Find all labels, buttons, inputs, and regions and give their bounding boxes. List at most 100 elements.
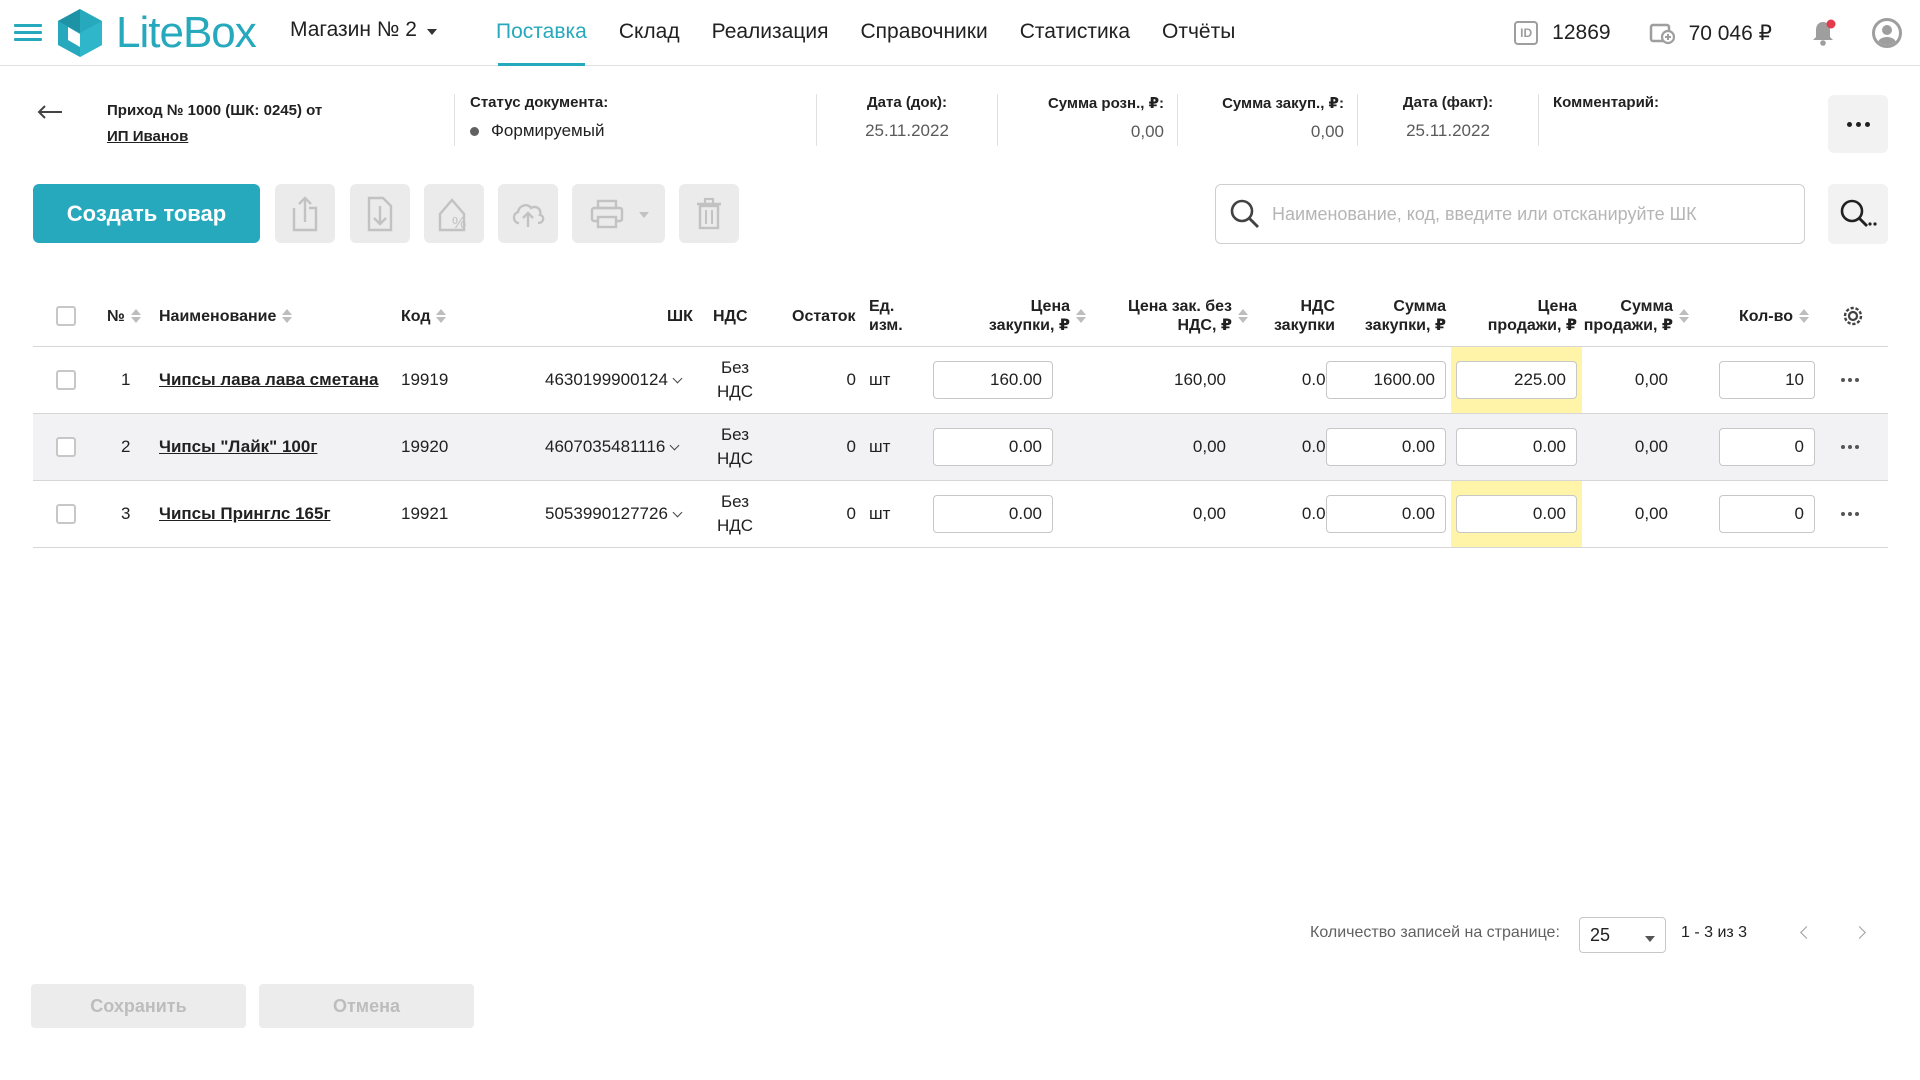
page-range: 1 - 3 из 3 xyxy=(1681,924,1748,941)
col-sale-sum-label-2: продажи, ₽ xyxy=(1583,317,1673,334)
qty-input[interactable] xyxy=(1719,495,1815,533)
sale-price-input[interactable] xyxy=(1456,495,1577,533)
table-settings-button[interactable] xyxy=(1841,285,1865,347)
upload-cloud-button[interactable] xyxy=(498,184,558,243)
qty-input[interactable] xyxy=(1719,428,1815,466)
doc-date-label: Дата (док): xyxy=(866,94,948,111)
col-barcode: ШК xyxy=(667,285,693,347)
product-code: 19921 xyxy=(401,504,449,523)
product-name-link[interactable]: Чипсы "Лайк" 100г xyxy=(159,414,317,480)
sort-icon xyxy=(436,308,447,324)
row-checkbox[interactable] xyxy=(56,347,76,413)
col-purchase-price[interactable]: Цена закупки, ₽ xyxy=(933,285,1086,347)
advanced-search-button[interactable] xyxy=(1828,184,1888,244)
account-balance: 70 046 ₽ xyxy=(1688,21,1772,45)
barcode-value: 4607035481116 xyxy=(545,437,666,456)
import-button[interactable] xyxy=(350,184,410,243)
barcode-value: 5053990127726 xyxy=(545,504,668,523)
col-price-no-vat[interactable]: Цена зак. без НДС, ₽ xyxy=(1073,285,1248,347)
sale-sum-value: 0,00 xyxy=(1634,370,1668,389)
save-button[interactable]: Сохранить xyxy=(31,984,246,1028)
purchase-sum-input[interactable] xyxy=(1326,361,1446,399)
sale-price-cell xyxy=(1456,347,1577,413)
brand-logo[interactable]: LiteBox xyxy=(54,6,257,60)
col-vat-purchase-label-1: НДС xyxy=(1300,298,1335,315)
purchase-sum-input[interactable] xyxy=(1326,428,1446,466)
table-row: 2 Чипсы "Лайк" 100г 19920 4607035481116 … xyxy=(33,414,1888,481)
col-sale-sum-label-1: Сумма xyxy=(1620,298,1673,315)
account-id: 12869 xyxy=(1552,21,1611,44)
barcode-selector[interactable]: 5053990127726 xyxy=(545,481,683,547)
nav-warehouse[interactable]: Склад xyxy=(603,0,696,66)
vat-value: Без НДС xyxy=(709,481,761,547)
purchase-price-input[interactable] xyxy=(933,428,1053,466)
purchase-price-input[interactable] xyxy=(933,495,1053,533)
store-selector[interactable]: Магазин № 2 xyxy=(290,18,437,42)
sale-price-input[interactable] xyxy=(1456,428,1577,466)
barcode-selector[interactable]: 4630199900124 xyxy=(545,347,683,413)
nav-statistics[interactable]: Статистика xyxy=(1004,0,1146,66)
product-name-link[interactable]: Чипсы лава лава сметана xyxy=(159,347,378,413)
cancel-button[interactable]: Отмена xyxy=(259,984,474,1028)
notification-bell-icon[interactable] xyxy=(1810,19,1836,47)
col-stock: Остаток xyxy=(792,285,855,347)
markup-button[interactable]: % xyxy=(424,184,484,243)
select-all-checkbox[interactable] xyxy=(56,285,76,347)
delete-button[interactable] xyxy=(679,184,739,243)
vat-purchase-value: 0.00 xyxy=(1301,370,1335,389)
barcode-value: 4630199900124 xyxy=(545,370,668,389)
purchase-sum-input[interactable] xyxy=(1326,495,1446,533)
col-sale-sum[interactable]: Сумма продажи, ₽ xyxy=(1581,285,1689,347)
product-name-link[interactable]: Чипсы Принглс 165г xyxy=(159,481,331,547)
sale-price-cell xyxy=(1456,414,1577,480)
trash-icon xyxy=(697,197,721,229)
col-unit: Ед. изм. xyxy=(869,285,903,347)
print-button[interactable] xyxy=(572,184,665,243)
barcode-selector[interactable]: 4607035481116 xyxy=(545,414,680,480)
search-input[interactable] xyxy=(1272,203,1792,225)
sort-icon xyxy=(282,308,293,324)
document-more-button[interactable] xyxy=(1828,95,1888,153)
unit-value: шт xyxy=(869,370,891,389)
row-checkbox[interactable] xyxy=(56,414,76,480)
nav-reports[interactable]: Отчёты xyxy=(1146,0,1251,66)
prev-page-icon[interactable] xyxy=(1797,926,1811,940)
qty-input[interactable] xyxy=(1719,361,1815,399)
col-num[interactable]: № xyxy=(107,285,141,347)
header-divider xyxy=(1357,94,1358,146)
purchase-price-input[interactable] xyxy=(933,361,1053,399)
back-arrow-icon[interactable] xyxy=(36,100,64,124)
col-price-no-vat-label-2: НДС, ₽ xyxy=(1177,317,1232,334)
gear-icon xyxy=(1843,306,1863,326)
wallet-icon[interactable] xyxy=(1649,21,1675,45)
menu-icon[interactable] xyxy=(14,21,42,45)
comment[interactable]: Комментарий: xyxy=(1553,94,1659,150)
page-size-label: Количество записей на странице: xyxy=(1310,924,1560,941)
col-code[interactable]: Код xyxy=(401,285,447,347)
create-product-button[interactable]: Создать товар xyxy=(33,184,260,243)
col-unit-label-1: Ед. xyxy=(869,298,895,315)
row-more-button[interactable] xyxy=(1841,347,1859,413)
supplier-link[interactable]: ИП Иванов xyxy=(107,124,322,150)
nav-sales[interactable]: Реализация xyxy=(696,0,845,66)
row-more-button[interactable] xyxy=(1841,414,1859,480)
vat-value: Без НДС xyxy=(709,347,761,413)
col-price-no-vat-label-1: Цена зак. без xyxy=(1127,298,1232,315)
more-dots-icon xyxy=(1841,512,1859,516)
nav-supply[interactable]: Поставка xyxy=(480,0,603,66)
col-name[interactable]: Наименование xyxy=(159,285,293,347)
export-button[interactable] xyxy=(275,184,335,243)
row-checkbox[interactable] xyxy=(56,481,76,547)
svg-text:%: % xyxy=(452,215,466,232)
row-num: 3 xyxy=(121,504,131,523)
sale-price-input[interactable] xyxy=(1456,361,1577,399)
page-size-select[interactable]: 25 xyxy=(1579,917,1666,953)
nav-directories[interactable]: Справочники xyxy=(844,0,1003,66)
row-more-button[interactable] xyxy=(1841,481,1859,547)
header-divider xyxy=(997,94,998,146)
user-avatar-icon[interactable] xyxy=(1872,18,1902,48)
next-page-icon[interactable] xyxy=(1855,926,1869,940)
sort-icon xyxy=(1679,308,1689,324)
col-qty[interactable]: Кол-во xyxy=(1739,285,1810,347)
printer-icon xyxy=(590,199,623,228)
